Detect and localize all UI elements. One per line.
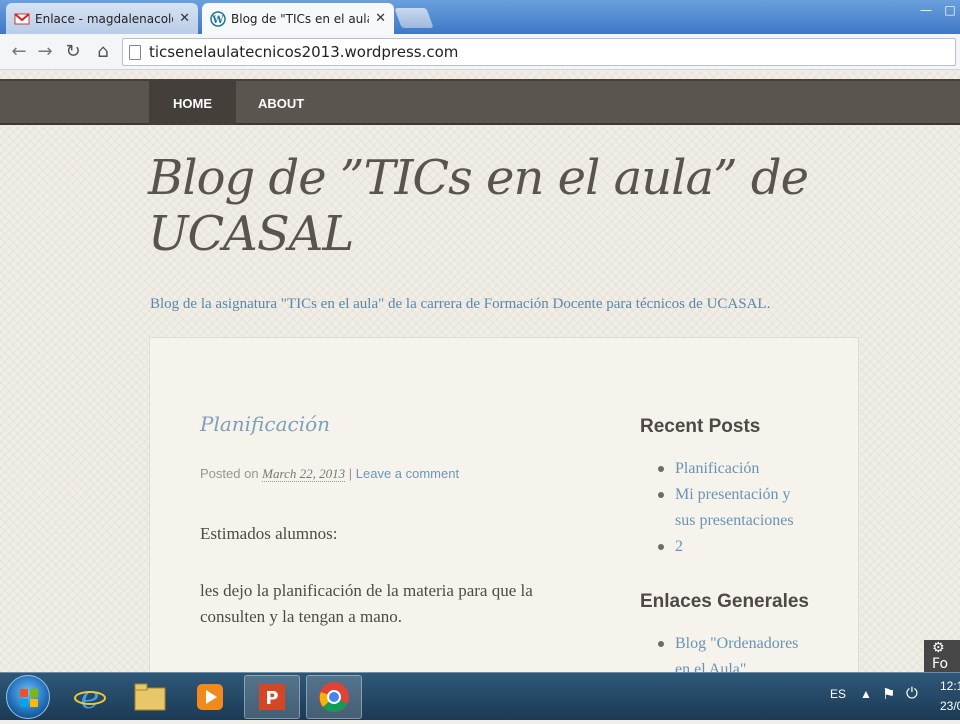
site-navigation: HOME ABOUT xyxy=(0,79,960,125)
site-title-line2: UCASAL xyxy=(148,206,354,262)
recent-posts-list: Planificación Mi presentación y sus pres… xyxy=(656,456,806,560)
power-plug-icon[interactable]: ⏻ xyxy=(906,685,918,702)
new-tab-button[interactable] xyxy=(394,8,434,28)
reload-icon[interactable]: ↻ xyxy=(62,40,84,62)
media-player-icon[interactable] xyxy=(182,675,238,719)
clock-date[interactable]: 23/0 xyxy=(940,699,960,713)
post-paragraph: les dejo la planificación de la materia … xyxy=(200,578,533,630)
forward-icon[interactable]: → xyxy=(34,40,56,62)
action-center-flag-icon[interactable]: ⚑ xyxy=(882,685,895,703)
recent-posts-title: Recent Posts xyxy=(640,416,761,437)
page-icon xyxy=(129,44,141,60)
recent-post-item[interactable]: Mi presentación y sus presentaciones xyxy=(656,482,806,534)
nav-home[interactable]: HOME xyxy=(149,81,236,125)
tab-title: Enlace - magdalenacolom xyxy=(35,11,173,26)
meta-separator: | xyxy=(348,466,353,481)
tab-gmail[interactable]: Enlace - magdalenacolom ✕ xyxy=(6,3,198,34)
nav-about[interactable]: ABOUT xyxy=(234,81,328,125)
file-explorer-icon[interactable] xyxy=(122,675,178,719)
post-meta: Posted on March 22, 2013 | Leave a comme… xyxy=(200,466,459,482)
post-line: les dejo la planificación de la materia … xyxy=(200,581,533,600)
post-paragraph: Estimados alumnos: xyxy=(200,524,338,543)
site-tagline: Blog de la asignatura "TICs en el aula" … xyxy=(150,296,771,312)
svg-text:e: e xyxy=(81,680,100,714)
chrome-icon[interactable] xyxy=(306,675,362,719)
internet-explorer-icon[interactable]: e xyxy=(62,675,118,719)
url-text: ticsenelaulatecnicos2013.wordpress.com xyxy=(149,43,459,61)
language-indicator[interactable]: ES xyxy=(830,687,846,701)
windows-logo-icon xyxy=(20,689,38,707)
close-icon[interactable]: ✕ xyxy=(375,11,386,26)
start-orb[interactable] xyxy=(6,675,50,719)
minimize-button[interactable]: — xyxy=(914,0,938,20)
powerpoint-icon[interactable]: P xyxy=(244,675,300,719)
show-hidden-icons-icon[interactable]: ▲ xyxy=(860,687,872,701)
post-date[interactable]: March 22, 2013 xyxy=(262,466,346,482)
wordpress-icon: W xyxy=(210,10,226,27)
close-icon[interactable]: ✕ xyxy=(179,11,190,26)
leave-comment-link[interactable]: Leave a comment xyxy=(356,466,459,481)
home-icon[interactable]: ⌂ xyxy=(92,40,114,62)
maximize-button[interactable]: □ xyxy=(940,0,960,20)
post-title[interactable]: Planificación xyxy=(200,412,330,436)
links-title: Enlaces Generales xyxy=(640,591,809,612)
svg-text:W: W xyxy=(211,15,224,26)
tab-blog[interactable]: W Blog de "TICs en el aula" c ✕ xyxy=(202,3,394,34)
browser-toolbar: ← → ↻ ⌂ ticsenelaulatecnicos2013.wordpre… xyxy=(0,34,960,70)
follow-button[interactable]: ⚙ Fo xyxy=(924,640,960,672)
svg-text:P: P xyxy=(265,688,278,709)
post-meta-prefix: Posted on xyxy=(200,466,259,481)
back-icon[interactable]: ← xyxy=(8,40,30,62)
recent-post-item[interactable]: 2 xyxy=(656,534,806,560)
windows-taskbar: e P ES ▲ ⚑ ⏻ 12:1 23/0 xyxy=(0,672,960,720)
post-line: consulten y la tengan a mano. xyxy=(200,607,403,626)
recent-post-item[interactable]: Planificación xyxy=(656,456,806,482)
site-title-line1: Blog de ”TICs en el aula” de xyxy=(148,150,809,206)
browser-tab-bar: Enlace - magdalenacolom ✕ W Blog de "TIC… xyxy=(0,0,960,34)
clock-time[interactable]: 12:1 xyxy=(940,679,960,693)
address-bar[interactable]: ticsenelaulatecnicos2013.wordpress.com xyxy=(122,38,956,66)
gmail-icon xyxy=(14,12,30,24)
tab-title: Blog de "TICs en el aula" c xyxy=(231,11,369,26)
site-title[interactable]: Blog de ”TICs en el aula” de UCASAL xyxy=(148,150,848,262)
